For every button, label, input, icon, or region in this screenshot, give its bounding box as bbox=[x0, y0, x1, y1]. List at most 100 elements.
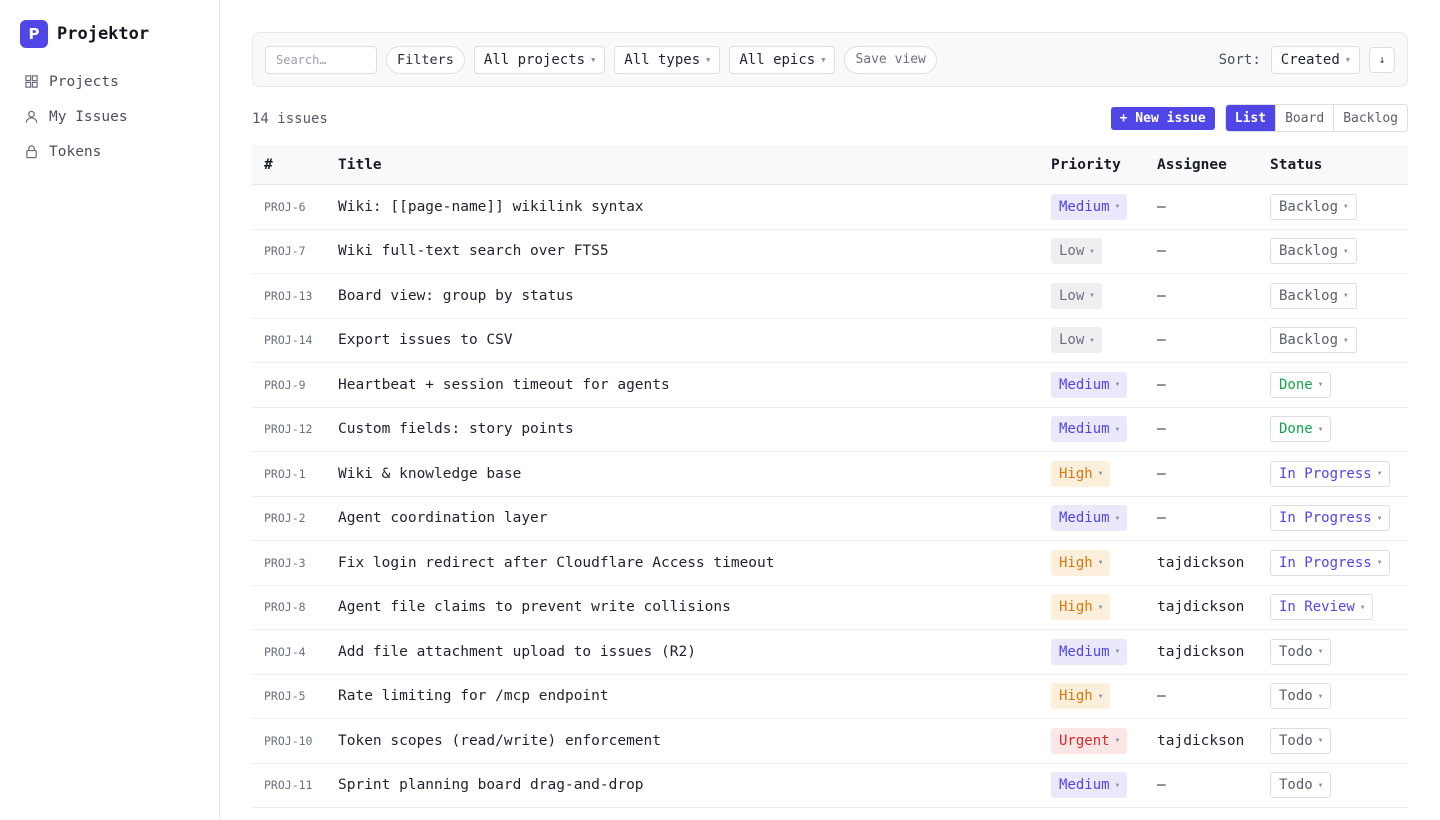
priority-badge[interactable]: Medium ▼ bbox=[1051, 193, 1128, 220]
view-tab-board[interactable]: Board bbox=[1276, 105, 1335, 131]
priority-badge[interactable]: Medium ▼ bbox=[1051, 371, 1128, 398]
sidebar-item-projects[interactable]: Projects bbox=[20, 64, 219, 99]
status-select[interactable]: Todo ▼ bbox=[1270, 727, 1332, 754]
issue-id[interactable]: PROJ-3 bbox=[252, 556, 338, 570]
issue-title[interactable]: Rate limiting for /mcp endpoint bbox=[338, 688, 1051, 704]
projects-select[interactable]: All projects ▼ bbox=[473, 45, 606, 74]
issue-id[interactable]: PROJ-13 bbox=[252, 289, 338, 303]
sort-select-value: Created bbox=[1280, 51, 1340, 68]
priority-badge[interactable]: Urgent ▼ bbox=[1051, 727, 1128, 754]
issue-title[interactable]: Token scopes (read/write) enforcement bbox=[338, 733, 1051, 749]
chevron-down-icon: ▼ bbox=[1318, 648, 1323, 656]
table-row[interactable]: PROJ-8 Agent file claims to prevent write… bbox=[252, 586, 1408, 630]
issue-title[interactable]: Custom fields: story points bbox=[338, 421, 1051, 437]
sidebar-item-my-issues[interactable]: My Issues bbox=[20, 99, 219, 134]
priority-badge[interactable]: Low ▼ bbox=[1051, 282, 1102, 309]
status-select[interactable]: Backlog ▼ bbox=[1270, 327, 1357, 354]
status-select[interactable]: In Progress ▼ bbox=[1270, 549, 1391, 576]
table-row[interactable]: PROJ-1 Wiki & knowledge base High ▼ — In Prog… bbox=[252, 452, 1408, 497]
view-switcher: List Board Backlog bbox=[1224, 104, 1408, 132]
issue-id[interactable]: PROJ-4 bbox=[252, 645, 338, 659]
issue-title[interactable]: Wiki & knowledge base bbox=[338, 466, 1051, 482]
status-select[interactable]: In Progress ▼ bbox=[1270, 505, 1391, 532]
header-title[interactable]: Title bbox=[338, 157, 1051, 173]
epics-select[interactable]: All epics ▼ bbox=[729, 45, 836, 74]
search-input[interactable] bbox=[265, 45, 377, 74]
status-select[interactable]: In Progress ▼ bbox=[1270, 460, 1391, 487]
status-select[interactable]: Todo ▼ bbox=[1270, 683, 1332, 710]
issue-title[interactable]: Board view: group by status bbox=[338, 288, 1051, 304]
brand-logo: P bbox=[20, 20, 48, 48]
status-select[interactable]: Backlog ▼ bbox=[1270, 238, 1357, 265]
status-label: Todo bbox=[1279, 688, 1313, 705]
issue-title[interactable]: Wiki full-text search over FTS5 bbox=[338, 243, 1051, 259]
issue-id[interactable]: PROJ-9 bbox=[252, 378, 338, 392]
brand[interactable]: P Projektor bbox=[20, 20, 219, 48]
issue-id[interactable]: PROJ-11 bbox=[252, 778, 338, 792]
table-row[interactable]: PROJ-11 Sprint planning board drag-and-dr… bbox=[252, 764, 1408, 808]
status-select[interactable]: Backlog ▼ bbox=[1270, 193, 1357, 220]
table-row[interactable]: PROJ-5 Rate limiting for /mcp endpoint Hig… bbox=[252, 675, 1408, 719]
priority-badge[interactable]: Medium ▼ bbox=[1051, 416, 1128, 443]
new-issue-button[interactable]: + New issue bbox=[1110, 106, 1215, 130]
issue-title[interactable]: Fix login redirect after Cloudflare Acce… bbox=[338, 555, 1051, 571]
priority-badge[interactable]: Low ▼ bbox=[1051, 238, 1102, 265]
issue-id[interactable]: PROJ-12 bbox=[252, 422, 338, 436]
header-assignee[interactable]: Assignee bbox=[1157, 157, 1270, 173]
status-select[interactable]: Done ▼ bbox=[1270, 371, 1332, 398]
priority-badge[interactable]: Low ▼ bbox=[1051, 327, 1102, 354]
priority-badge[interactable]: Medium ▼ bbox=[1051, 505, 1128, 532]
issue-id[interactable]: PROJ-10 bbox=[252, 734, 338, 748]
priority-badge[interactable]: High ▼ bbox=[1051, 460, 1111, 487]
issue-title[interactable]: Agent coordination layer bbox=[338, 510, 1051, 526]
header-id[interactable]: # bbox=[252, 157, 338, 173]
issue-id[interactable]: PROJ-5 bbox=[252, 689, 338, 703]
status-select[interactable]: Backlog ▼ bbox=[1270, 282, 1357, 309]
issue-title[interactable]: Wiki: [[page-name]] wikilink syntax bbox=[338, 199, 1051, 215]
sort-select[interactable]: Created ▼ bbox=[1270, 45, 1360, 74]
save-view-button[interactable]: Save view bbox=[844, 45, 937, 74]
table-row[interactable]: PROJ-6 Wiki: [[page-name]] wikilink synta… bbox=[252, 185, 1408, 230]
sidebar-item-tokens[interactable]: Tokens bbox=[20, 134, 219, 169]
filters-button[interactable]: Filters bbox=[386, 45, 465, 74]
header-status[interactable]: Status bbox=[1270, 157, 1408, 173]
priority-badge[interactable]: High ▼ bbox=[1051, 683, 1111, 710]
table-row[interactable]: PROJ-2 Agent coordination layer Medium ▼ — In… bbox=[252, 497, 1408, 541]
table-row[interactable]: PROJ-10 Token scopes (read/write) enforce… bbox=[252, 719, 1408, 764]
issue-id[interactable]: PROJ-14 bbox=[252, 333, 338, 347]
view-tab-backlog[interactable]: Backlog bbox=[1334, 105, 1407, 131]
priority-cell: Low ▼ bbox=[1051, 238, 1157, 265]
sort-direction-button[interactable]: ↓ bbox=[1369, 46, 1395, 73]
table-row[interactable]: PROJ-14 Export issues to CSV Low ▼ — Backlog ▼ bbox=[252, 319, 1408, 363]
table-row[interactable]: PROJ-7 Wiki full-text search over FTS5 Low… bbox=[252, 230, 1408, 274]
issue-id[interactable]: PROJ-8 bbox=[252, 600, 338, 614]
table-row[interactable]: PROJ-9 Heartbeat + session timeout for ag… bbox=[252, 363, 1408, 408]
issue-title[interactable]: Sprint planning board drag-and-drop bbox=[338, 777, 1051, 793]
issue-id[interactable]: PROJ-2 bbox=[252, 511, 338, 525]
priority-badge[interactable]: Medium ▼ bbox=[1051, 638, 1128, 665]
issue-id[interactable]: PROJ-6 bbox=[252, 200, 338, 214]
types-select[interactable]: All types ▼ bbox=[614, 45, 721, 74]
issue-id[interactable]: PROJ-1 bbox=[252, 467, 338, 481]
status-select[interactable]: Todo ▼ bbox=[1270, 772, 1332, 799]
priority-badge[interactable]: High ▼ bbox=[1051, 594, 1111, 621]
view-tab-list[interactable]: List bbox=[1225, 105, 1277, 131]
issue-title[interactable]: Add file attachment upload to issues (R2… bbox=[338, 644, 1051, 660]
status-select[interactable]: In Review ▼ bbox=[1270, 594, 1374, 621]
priority-label: Medium bbox=[1059, 643, 1110, 660]
priority-badge[interactable]: High ▼ bbox=[1051, 549, 1111, 576]
issue-title[interactable]: Heartbeat + session timeout for agents bbox=[338, 377, 1051, 393]
status-select[interactable]: Todo ▼ bbox=[1270, 638, 1332, 665]
table-row[interactable]: PROJ-4 Add file attachment upload to issu… bbox=[252, 630, 1408, 675]
issue-title[interactable]: Agent file claims to prevent write colli… bbox=[338, 599, 1051, 615]
priority-badge[interactable]: Medium ▼ bbox=[1051, 772, 1128, 799]
header-priority[interactable]: Priority bbox=[1051, 157, 1157, 173]
app-root: P Projektor Projects My Issues Tokens Fi… bbox=[0, 0, 1440, 820]
status-label: In Progress bbox=[1279, 465, 1372, 482]
table-row[interactable]: PROJ-13 Board view: group by status Low ▼ — B… bbox=[252, 274, 1408, 319]
table-row[interactable]: PROJ-12 Custom fields: story points Medium… bbox=[252, 408, 1408, 452]
table-row[interactable]: PROJ-3 Fix login redirect after Cloudflar… bbox=[252, 541, 1408, 586]
issue-title[interactable]: Export issues to CSV bbox=[338, 332, 1051, 348]
status-select[interactable]: Done ▼ bbox=[1270, 416, 1332, 443]
issue-id[interactable]: PROJ-7 bbox=[252, 244, 338, 258]
